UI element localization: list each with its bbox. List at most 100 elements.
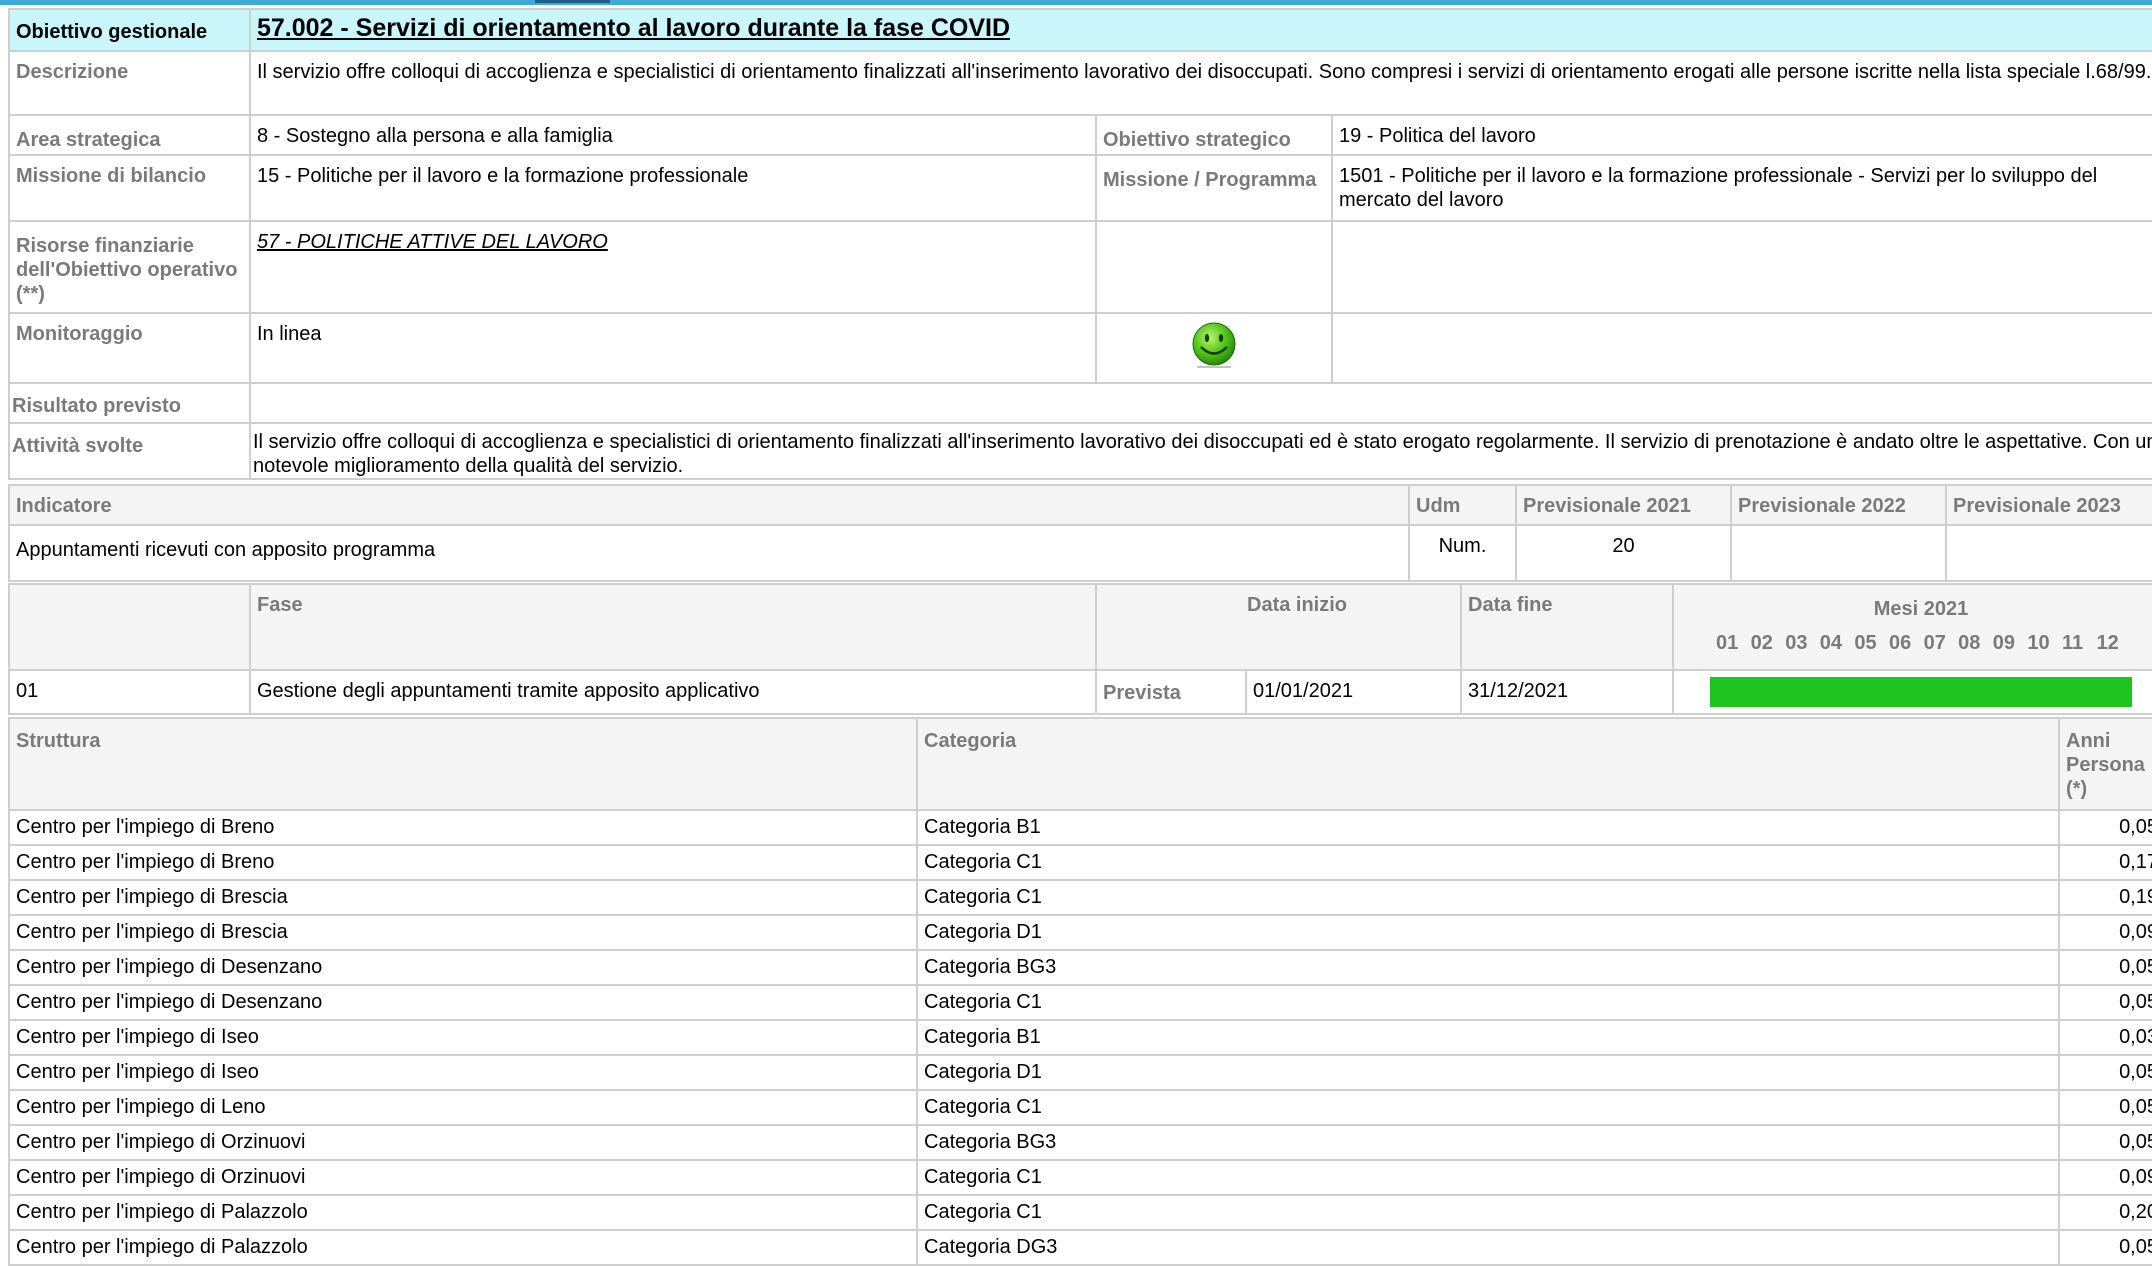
struttura-cell: Centro per l'impiego di Iseo bbox=[8, 1019, 918, 1056]
previsionale-2023-header: Previsionale 2023 bbox=[1945, 484, 2152, 526]
programma-label: Missione / Programma bbox=[1095, 154, 1333, 222]
fase-tipo: Prevista bbox=[1095, 669, 1247, 715]
area-row: Area strategica 8 - Sostegno alla person… bbox=[8, 114, 2152, 156]
table-row: Centro per l'impiego di Breno Categoria C… bbox=[8, 844, 2152, 881]
risorse-link[interactable]: 57 - POLITICHE ATTIVE DEL LAVORO bbox=[257, 231, 608, 253]
missione-value: 15 - Politiche per il lavoro e la formaz… bbox=[249, 154, 1097, 222]
anni-persona-header: Anni Persona (*) bbox=[2058, 717, 2152, 811]
anni-persona-cell: 0,05 bbox=[2058, 1229, 2152, 1266]
month-label: 06 bbox=[1888, 632, 1912, 654]
categoria-cell: Categoria C1 bbox=[916, 984, 2060, 1021]
struttura-cell: Centro per l'impiego di Brescia bbox=[8, 914, 918, 951]
struttura-cell: Centro per l'impiego di Leno bbox=[8, 1089, 918, 1126]
attivita-row: Attività svolte Il servizio offre colloq… bbox=[8, 422, 2152, 480]
struttura-cell: Centro per l'impiego di Palazzolo bbox=[8, 1194, 918, 1231]
fasi-table: Fase Data inizio Data fine Mesi 2021 01 0… bbox=[8, 583, 2152, 715]
struttura-cell: Centro per l'impiego di Brescia bbox=[8, 879, 918, 916]
struttura-cell: Centro per l'impiego di Orzinuovi bbox=[8, 1159, 918, 1196]
table-row: Centro per l'impiego di Orzinuovi Categor… bbox=[8, 1124, 2152, 1161]
descrizione-row: Descrizione Il servizio offre colloqui d… bbox=[8, 50, 2152, 116]
indicatore-p2023 bbox=[1945, 524, 2152, 582]
risorse-empty-cell bbox=[1095, 220, 1333, 314]
missione-label: Missione di bilancio bbox=[8, 154, 251, 222]
risorse-header-row: Struttura Categoria Anni Persona (*) bbox=[8, 717, 2152, 811]
anni-persona-cell: 0,05 bbox=[2058, 1089, 2152, 1126]
mesi-header: Mesi 2021 01 02 03 04 05 06 07 08 09 10 11 12 bbox=[1672, 583, 2152, 671]
categoria-cell: Categoria BG3 bbox=[916, 949, 2060, 986]
monitoraggio-empty-cell bbox=[1330, 312, 2152, 384]
previsionale-2022-header: Previsionale 2022 bbox=[1730, 484, 1947, 526]
gantt-cell bbox=[1672, 669, 2152, 715]
struttura-cell: Centro per l'impiego di Breno bbox=[8, 844, 918, 881]
monitoraggio-label: Monitoraggio bbox=[8, 312, 251, 384]
anni-persona-cell: 0,17 bbox=[2058, 844, 2152, 881]
categoria-cell: Categoria C1 bbox=[916, 879, 2060, 916]
categoria-cell: Categoria C1 bbox=[916, 844, 2060, 881]
table-row: Centro per l'impiego di Palazzolo Categor… bbox=[8, 1194, 2152, 1231]
anni-persona-cell: 0,09 bbox=[2058, 1159, 2152, 1196]
monitoraggio-row: Monitoraggio In linea bbox=[8, 312, 2152, 384]
smiley-face-icon bbox=[1192, 322, 1236, 368]
missione-row: Missione di bilancio 15 - Politiche per … bbox=[8, 154, 2152, 222]
struttura-cell: Centro per l'impiego di Desenzano bbox=[8, 984, 918, 1021]
categoria-cell: Categoria C1 bbox=[916, 1089, 2060, 1126]
table-row: Centro per l'impiego di Leno Categoria C1… bbox=[8, 1089, 2152, 1126]
objective-title-link[interactable]: 57.002 - Servizi di orientamento al lavo… bbox=[257, 14, 1010, 42]
anni-persona-cell: 0,09 bbox=[2058, 914, 2152, 951]
obiettivo-strategico-value: 19 - Politica del lavoro bbox=[1330, 114, 2152, 156]
mesi-title: Mesi 2021 bbox=[1873, 598, 1969, 620]
struttura-cell: Centro per l'impiego di Orzinuovi bbox=[8, 1124, 918, 1161]
fase-number: 01 bbox=[8, 669, 251, 715]
risultato-row: Risultato previsto bbox=[8, 382, 2152, 424]
fase-fine: 31/12/2021 bbox=[1460, 669, 1675, 715]
indicatori-header-row: Indicatore Udm Previsionale 2021 Previsi… bbox=[8, 484, 2152, 526]
programma-value: 1501 - Politiche per il lavoro e la form… bbox=[1330, 154, 2152, 222]
table-row: Centro per l'impiego di Orzinuovi Categor… bbox=[8, 1159, 2152, 1196]
struttura-cell: Centro per l'impiego di Palazzolo bbox=[8, 1229, 918, 1266]
categoria-header: Categoria bbox=[916, 717, 2060, 811]
risorse-row: Risorse finanziarie dell'Obiettivo opera… bbox=[8, 220, 2152, 314]
categoria-cell: Categoria B1 bbox=[916, 809, 2060, 846]
anni-persona-cell: 0,05 bbox=[2058, 1054, 2152, 1091]
monitoraggio-icon-cell bbox=[1095, 312, 1333, 384]
table-row: Centro per l'impiego di Desenzano Categor… bbox=[8, 949, 2152, 986]
struttura-cell: Centro per l'impiego di Breno bbox=[8, 809, 918, 846]
anni-persona-cell: 0,03 bbox=[2058, 1019, 2152, 1056]
anni-persona-cell: 0,20 bbox=[2058, 1194, 2152, 1231]
top-bar bbox=[0, 0, 2152, 5]
categoria-cell: Categoria C1 bbox=[916, 1194, 2060, 1231]
month-label: 05 bbox=[1854, 632, 1877, 654]
objective-title-row: Obiettivo gestionale 57.002 - Servizi di… bbox=[8, 8, 2152, 52]
fase-header: Fase bbox=[249, 583, 1097, 671]
attivita-value: Il servizio offre colloqui di accoglienz… bbox=[248, 422, 2152, 480]
risorse-empty-cell-2 bbox=[1330, 220, 2152, 314]
indicatore-p2022 bbox=[1730, 524, 1947, 582]
fase-inizio: 01/01/2021 bbox=[1244, 669, 1463, 715]
struttura-cell: Centro per l'impiego di Iseo bbox=[8, 1054, 918, 1091]
fasi-header-row: Fase Data inizio Data fine Mesi 2021 01 0… bbox=[8, 583, 2152, 671]
area-label: Area strategica bbox=[8, 114, 251, 156]
indicatore-header: Indicatore bbox=[8, 484, 1410, 526]
previsionale-2021-header: Previsionale 2021 bbox=[1515, 484, 1732, 526]
indicatori-table: Indicatore Udm Previsionale 2021 Previsi… bbox=[8, 484, 2152, 582]
struttura-cell: Centro per l'impiego di Desenzano bbox=[8, 949, 918, 986]
table-row: Centro per l'impiego di Brescia Categoria… bbox=[8, 879, 2152, 916]
indicatore-name: Appuntamenti ricevuti con apposito progr… bbox=[8, 524, 1410, 582]
month-label: 02 bbox=[1750, 632, 1773, 654]
categoria-cell: Categoria DG3 bbox=[916, 1229, 2060, 1266]
descrizione-label: Descrizione bbox=[8, 50, 251, 116]
risorse-umane-table: Struttura Categoria Anni Persona (*) Cen… bbox=[8, 717, 2152, 1266]
fase-row: 01 Gestione degli appuntamenti tramite a… bbox=[8, 669, 2152, 715]
area-value: 8 - Sostegno alla persona e alla famigli… bbox=[249, 114, 1097, 156]
indicatore-p2021: 20 bbox=[1515, 524, 1732, 582]
struttura-header: Struttura bbox=[8, 717, 918, 811]
objective-details-table: Obiettivo gestionale 57.002 - Servizi di… bbox=[8, 8, 2152, 480]
anni-persona-cell: 0,05 bbox=[2058, 949, 2152, 986]
risultato-value bbox=[248, 382, 2152, 424]
descrizione-value: Il servizio offre colloqui di accoglienz… bbox=[248, 50, 2152, 116]
month-label: 01 bbox=[1716, 632, 1739, 654]
table-row: Centro per l'impiego di Iseo Categoria D1… bbox=[8, 1054, 2152, 1091]
month-label: 08 bbox=[1958, 632, 1981, 654]
fase-description: Gestione degli appuntamenti tramite appo… bbox=[249, 669, 1097, 715]
categoria-cell: Categoria B1 bbox=[916, 1019, 2060, 1056]
